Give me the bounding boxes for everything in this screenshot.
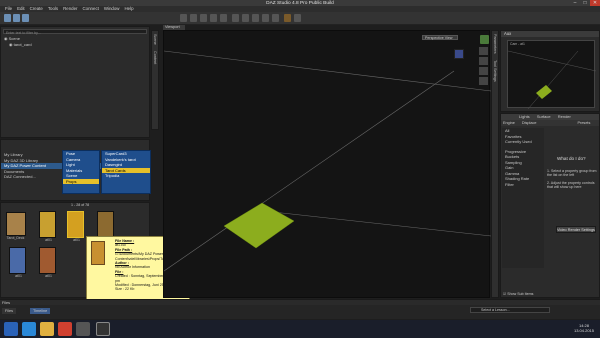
- ie-icon[interactable]: [22, 322, 36, 336]
- subtab-presets[interactable]: Presets: [578, 121, 591, 125]
- scene-root-label: Scene: [8, 36, 20, 41]
- tab-files-2[interactable]: Files: [2, 308, 17, 314]
- author-label: Author :: [115, 261, 129, 266]
- file-path-label: File Path :: [115, 247, 133, 252]
- aux-header: Aux: [501, 31, 599, 37]
- render-settings-icon[interactable]: [294, 14, 301, 22]
- thumbnail-caption: at01: [45, 238, 52, 242]
- file-label: File :: [115, 269, 124, 274]
- camera-dropdown[interactable]: Perspective View: [422, 35, 458, 40]
- orbit-icon[interactable]: [479, 47, 488, 55]
- light-tool-icon[interactable]: [262, 14, 269, 22]
- view-options-icon[interactable]: [480, 35, 489, 44]
- tab-render[interactable]: Render: [558, 114, 571, 119]
- new-icon[interactable]: [4, 14, 11, 22]
- thumbnail-caption: at01: [73, 238, 80, 242]
- side-tab-content[interactable]: Content: [152, 48, 158, 67]
- scale-tool-icon[interactable]: [210, 14, 217, 22]
- search-placeholder: Enter text to filter by...: [6, 31, 41, 35]
- aux-viewport[interactable]: Cam - at1: [507, 40, 596, 109]
- render-settings-panel: Lights Surface Render Engine Displace Pr…: [500, 113, 600, 298]
- open-icon[interactable]: [13, 14, 20, 22]
- property-group-list: All Favorites Currently Used Progressive…: [502, 128, 544, 268]
- subcategory-menu: SuperCard3 Vandekerk's tarot Dasmgird Ta…: [101, 150, 151, 194]
- pan-icon[interactable]: [479, 57, 488, 65]
- move-tool-icon[interactable]: [190, 14, 197, 22]
- thumbnail-caption: at01: [15, 274, 22, 278]
- select-tool-icon[interactable]: [180, 14, 187, 22]
- geometry-editor-icon[interactable]: [242, 14, 249, 22]
- ground-grid-line: [164, 50, 491, 92]
- help-area: What do I do? 1. Select a property group…: [547, 156, 599, 189]
- explorer-icon[interactable]: [40, 322, 54, 336]
- menu-item-highlighted[interactable]: Props: [63, 178, 99, 184]
- aux-grid-line: [508, 50, 596, 72]
- toolbar: [0, 12, 600, 25]
- media-icon[interactable]: [58, 322, 72, 336]
- view-cube-icon[interactable]: [454, 49, 464, 59]
- viewport[interactable]: Perspective View: [163, 30, 491, 298]
- daz-studio-taskbar-icon[interactable]: [96, 322, 110, 336]
- subtab-engine[interactable]: Engine: [503, 121, 515, 125]
- aux-viewport-panel: Aux Cam - at1: [500, 30, 600, 112]
- universal-tool-icon[interactable]: [220, 14, 227, 22]
- ground-grid-line: [164, 70, 455, 272]
- thumbnail-deck[interactable]: Tarot_Deck: [6, 212, 26, 240]
- aux-grid-line: [527, 50, 579, 109]
- scene-search-field[interactable]: Enter text to filter by...: [3, 29, 147, 35]
- tab-lights[interactable]: Lights: [519, 114, 530, 119]
- thumbnail-card[interactable]: at01: [97, 211, 114, 242]
- result-count: 1 - 28 of 78: [71, 203, 90, 207]
- viewport-canvas: [164, 50, 491, 272]
- window-title: DAZ Studio 4.8 Pro Public Build: [266, 0, 334, 6]
- thumbnail-caption: at01: [45, 274, 52, 278]
- side-tab-scene[interactable]: Scene: [152, 31, 158, 48]
- windows-start-icon[interactable]: [4, 322, 18, 336]
- thumbnail-caption: Tarot_Deck: [6, 236, 25, 240]
- save-icon[interactable]: [22, 14, 29, 22]
- side-tab-parameters[interactable]: Parameters: [492, 31, 498, 57]
- frame-icon[interactable]: [479, 77, 488, 85]
- scene-item-tarot[interactable]: ◉ tarot_card: [1, 42, 149, 48]
- camera-tool-icon[interactable]: [252, 14, 259, 22]
- category-menu: Pose Camera Light Materials Scene Props: [62, 150, 100, 194]
- help-step: 2. Adjust the property controls that wil…: [547, 181, 595, 189]
- side-tab-tools[interactable]: Tool Settings: [492, 57, 498, 85]
- help-step: 1. Select a property group from the list…: [547, 169, 597, 177]
- help-title: What do I do?: [557, 156, 586, 161]
- zoom-icon[interactable]: [479, 67, 488, 75]
- navigation-controls: [479, 47, 488, 97]
- file-name-label: File Name :: [115, 239, 135, 243]
- clock-date: 13.04.2015: [573, 328, 595, 333]
- subtab-displace[interactable]: Displace: [522, 121, 537, 125]
- right-side-tabs: Parameters Tool Settings: [491, 30, 499, 298]
- menu-item[interactable]: Tripodia: [102, 173, 150, 179]
- scene-item-label: tarot_card: [13, 41, 32, 47]
- show-subitems-label: Show Sub Items: [507, 292, 534, 296]
- thumbnail-card-selected[interactable]: at01: [67, 211, 84, 242]
- show-subitems-checkbox[interactable]: ☑ Show Sub Items: [503, 292, 533, 296]
- rotate-tool-icon[interactable]: [200, 14, 207, 22]
- scene-panel: Enter text to filter by... ◉ Scene ◉ tar…: [0, 26, 150, 138]
- left-side-tabs: Scene Content: [151, 30, 159, 130]
- tarot-card-mesh: [223, 202, 295, 249]
- ground-grid-line: [263, 210, 491, 237]
- aux-canvas: [508, 50, 596, 109]
- status-bar: Files Timeline Select a Lesson...: [0, 305, 600, 319]
- thumbnail-card[interactable]: at01: [9, 247, 26, 278]
- clock[interactable]: 14:28 13.04.2015: [570, 323, 598, 333]
- video-render-settings-button[interactable]: Video Render Settings: [556, 226, 596, 233]
- surface-tool-icon[interactable]: [272, 14, 279, 22]
- render-icon[interactable]: [284, 14, 291, 22]
- tab-surface[interactable]: Surface: [537, 114, 551, 119]
- node-weight-icon[interactable]: [232, 14, 239, 22]
- tooltip-thumbnail: [91, 241, 105, 265]
- tab-timeline[interactable]: Timeline: [30, 308, 51, 314]
- lesson-select[interactable]: Select a Lesson...: [470, 307, 550, 313]
- group-item[interactable]: Filter: [502, 182, 544, 188]
- thumbnail-card[interactable]: at01: [39, 211, 56, 242]
- taskbar: 14:28 13.04.2015: [0, 320, 600, 338]
- thumbnail-card[interactable]: at01: [39, 247, 56, 278]
- app-icon[interactable]: [76, 322, 90, 336]
